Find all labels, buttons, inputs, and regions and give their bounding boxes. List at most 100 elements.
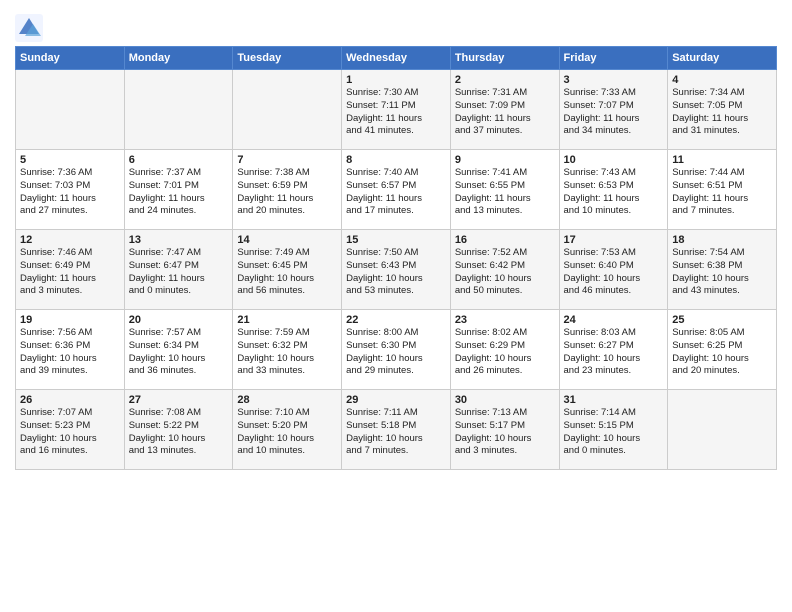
calendar-cell: 27Sunrise: 7:08 AMSunset: 5:22 PMDayligh… (124, 390, 233, 470)
day-header-friday: Friday (559, 47, 668, 70)
day-header-monday: Monday (124, 47, 233, 70)
day-number: 31 (564, 394, 664, 406)
day-info: Sunrise: 7:59 AMSunset: 6:32 PMDaylight:… (237, 327, 337, 378)
week-row-2: 5Sunrise: 7:36 AMSunset: 7:03 PMDaylight… (16, 150, 777, 230)
calendar-cell (233, 70, 342, 150)
day-number: 4 (672, 74, 772, 86)
week-row-1: 1Sunrise: 7:30 AMSunset: 7:11 PMDaylight… (16, 70, 777, 150)
day-header-wednesday: Wednesday (342, 47, 451, 70)
day-number: 9 (455, 154, 555, 166)
calendar-cell: 1Sunrise: 7:30 AMSunset: 7:11 PMDaylight… (342, 70, 451, 150)
day-number: 2 (455, 74, 555, 86)
day-info: Sunrise: 7:49 AMSunset: 6:45 PMDaylight:… (237, 247, 337, 298)
day-info: Sunrise: 7:53 AMSunset: 6:40 PMDaylight:… (564, 247, 664, 298)
day-number: 19 (20, 314, 120, 326)
calendar-cell: 16Sunrise: 7:52 AMSunset: 6:42 PMDayligh… (450, 230, 559, 310)
day-info: Sunrise: 7:57 AMSunset: 6:34 PMDaylight:… (129, 327, 229, 378)
day-number: 17 (564, 234, 664, 246)
calendar-cell: 10Sunrise: 7:43 AMSunset: 6:53 PMDayligh… (559, 150, 668, 230)
day-info: Sunrise: 7:11 AMSunset: 5:18 PMDaylight:… (346, 407, 446, 458)
day-info: Sunrise: 7:36 AMSunset: 7:03 PMDaylight:… (20, 167, 120, 218)
calendar-cell: 6Sunrise: 7:37 AMSunset: 7:01 PMDaylight… (124, 150, 233, 230)
calendar-cell: 4Sunrise: 7:34 AMSunset: 7:05 PMDaylight… (668, 70, 777, 150)
day-number: 12 (20, 234, 120, 246)
day-info: Sunrise: 7:10 AMSunset: 5:20 PMDaylight:… (237, 407, 337, 458)
day-info: Sunrise: 7:41 AMSunset: 6:55 PMDaylight:… (455, 167, 555, 218)
calendar-cell: 9Sunrise: 7:41 AMSunset: 6:55 PMDaylight… (450, 150, 559, 230)
calendar-cell: 30Sunrise: 7:13 AMSunset: 5:17 PMDayligh… (450, 390, 559, 470)
calendar-cell: 12Sunrise: 7:46 AMSunset: 6:49 PMDayligh… (16, 230, 125, 310)
day-number: 25 (672, 314, 772, 326)
day-number: 26 (20, 394, 120, 406)
calendar-cell (16, 70, 125, 150)
day-number: 23 (455, 314, 555, 326)
day-info: Sunrise: 7:38 AMSunset: 6:59 PMDaylight:… (237, 167, 337, 218)
calendar-cell: 13Sunrise: 7:47 AMSunset: 6:47 PMDayligh… (124, 230, 233, 310)
day-info: Sunrise: 8:02 AMSunset: 6:29 PMDaylight:… (455, 327, 555, 378)
day-info: Sunrise: 7:47 AMSunset: 6:47 PMDaylight:… (129, 247, 229, 298)
day-header-thursday: Thursday (450, 47, 559, 70)
day-info: Sunrise: 7:46 AMSunset: 6:49 PMDaylight:… (20, 247, 120, 298)
calendar-cell: 7Sunrise: 7:38 AMSunset: 6:59 PMDaylight… (233, 150, 342, 230)
calendar-cell: 29Sunrise: 7:11 AMSunset: 5:18 PMDayligh… (342, 390, 451, 470)
day-info: Sunrise: 7:13 AMSunset: 5:17 PMDaylight:… (455, 407, 555, 458)
day-info: Sunrise: 7:56 AMSunset: 6:36 PMDaylight:… (20, 327, 120, 378)
day-number: 22 (346, 314, 446, 326)
day-info: Sunrise: 7:40 AMSunset: 6:57 PMDaylight:… (346, 167, 446, 218)
day-info: Sunrise: 7:52 AMSunset: 6:42 PMDaylight:… (455, 247, 555, 298)
day-header-sunday: Sunday (16, 47, 125, 70)
day-number: 11 (672, 154, 772, 166)
day-number: 24 (564, 314, 664, 326)
day-info: Sunrise: 7:07 AMSunset: 5:23 PMDaylight:… (20, 407, 120, 458)
logo (15, 14, 47, 42)
calendar-cell: 8Sunrise: 7:40 AMSunset: 6:57 PMDaylight… (342, 150, 451, 230)
day-info: Sunrise: 7:50 AMSunset: 6:43 PMDaylight:… (346, 247, 446, 298)
calendar-cell: 19Sunrise: 7:56 AMSunset: 6:36 PMDayligh… (16, 310, 125, 390)
calendar-cell: 26Sunrise: 7:07 AMSunset: 5:23 PMDayligh… (16, 390, 125, 470)
day-info: Sunrise: 7:33 AMSunset: 7:07 PMDaylight:… (564, 87, 664, 138)
day-info: Sunrise: 7:54 AMSunset: 6:38 PMDaylight:… (672, 247, 772, 298)
header-row-days: SundayMondayTuesdayWednesdayThursdayFrid… (16, 47, 777, 70)
day-info: Sunrise: 7:14 AMSunset: 5:15 PMDaylight:… (564, 407, 664, 458)
day-header-saturday: Saturday (668, 47, 777, 70)
day-number: 21 (237, 314, 337, 326)
day-number: 8 (346, 154, 446, 166)
day-number: 20 (129, 314, 229, 326)
day-info: Sunrise: 7:37 AMSunset: 7:01 PMDaylight:… (129, 167, 229, 218)
week-row-4: 19Sunrise: 7:56 AMSunset: 6:36 PMDayligh… (16, 310, 777, 390)
day-header-tuesday: Tuesday (233, 47, 342, 70)
day-number: 29 (346, 394, 446, 406)
day-info: Sunrise: 7:44 AMSunset: 6:51 PMDaylight:… (672, 167, 772, 218)
day-number: 16 (455, 234, 555, 246)
header-row (15, 10, 777, 42)
logo-icon (15, 14, 43, 42)
day-number: 1 (346, 74, 446, 86)
calendar-cell: 3Sunrise: 7:33 AMSunset: 7:07 PMDaylight… (559, 70, 668, 150)
calendar-cell: 14Sunrise: 7:49 AMSunset: 6:45 PMDayligh… (233, 230, 342, 310)
calendar-cell: 11Sunrise: 7:44 AMSunset: 6:51 PMDayligh… (668, 150, 777, 230)
day-info: Sunrise: 7:31 AMSunset: 7:09 PMDaylight:… (455, 87, 555, 138)
calendar-cell: 21Sunrise: 7:59 AMSunset: 6:32 PMDayligh… (233, 310, 342, 390)
day-info: Sunrise: 7:34 AMSunset: 7:05 PMDaylight:… (672, 87, 772, 138)
day-info: Sunrise: 7:30 AMSunset: 7:11 PMDaylight:… (346, 87, 446, 138)
calendar-cell: 23Sunrise: 8:02 AMSunset: 6:29 PMDayligh… (450, 310, 559, 390)
day-number: 3 (564, 74, 664, 86)
calendar-cell: 22Sunrise: 8:00 AMSunset: 6:30 PMDayligh… (342, 310, 451, 390)
day-number: 13 (129, 234, 229, 246)
calendar-cell: 5Sunrise: 7:36 AMSunset: 7:03 PMDaylight… (16, 150, 125, 230)
day-info: Sunrise: 7:43 AMSunset: 6:53 PMDaylight:… (564, 167, 664, 218)
day-number: 30 (455, 394, 555, 406)
calendar-table: SundayMondayTuesdayWednesdayThursdayFrid… (15, 46, 777, 470)
calendar-cell (668, 390, 777, 470)
page-container: SundayMondayTuesdayWednesdayThursdayFrid… (0, 0, 792, 475)
day-number: 14 (237, 234, 337, 246)
day-number: 15 (346, 234, 446, 246)
calendar-cell: 20Sunrise: 7:57 AMSunset: 6:34 PMDayligh… (124, 310, 233, 390)
day-number: 27 (129, 394, 229, 406)
day-info: Sunrise: 8:05 AMSunset: 6:25 PMDaylight:… (672, 327, 772, 378)
calendar-cell: 18Sunrise: 7:54 AMSunset: 6:38 PMDayligh… (668, 230, 777, 310)
day-info: Sunrise: 7:08 AMSunset: 5:22 PMDaylight:… (129, 407, 229, 458)
calendar-cell: 28Sunrise: 7:10 AMSunset: 5:20 PMDayligh… (233, 390, 342, 470)
calendar-cell: 17Sunrise: 7:53 AMSunset: 6:40 PMDayligh… (559, 230, 668, 310)
calendar-cell: 25Sunrise: 8:05 AMSunset: 6:25 PMDayligh… (668, 310, 777, 390)
